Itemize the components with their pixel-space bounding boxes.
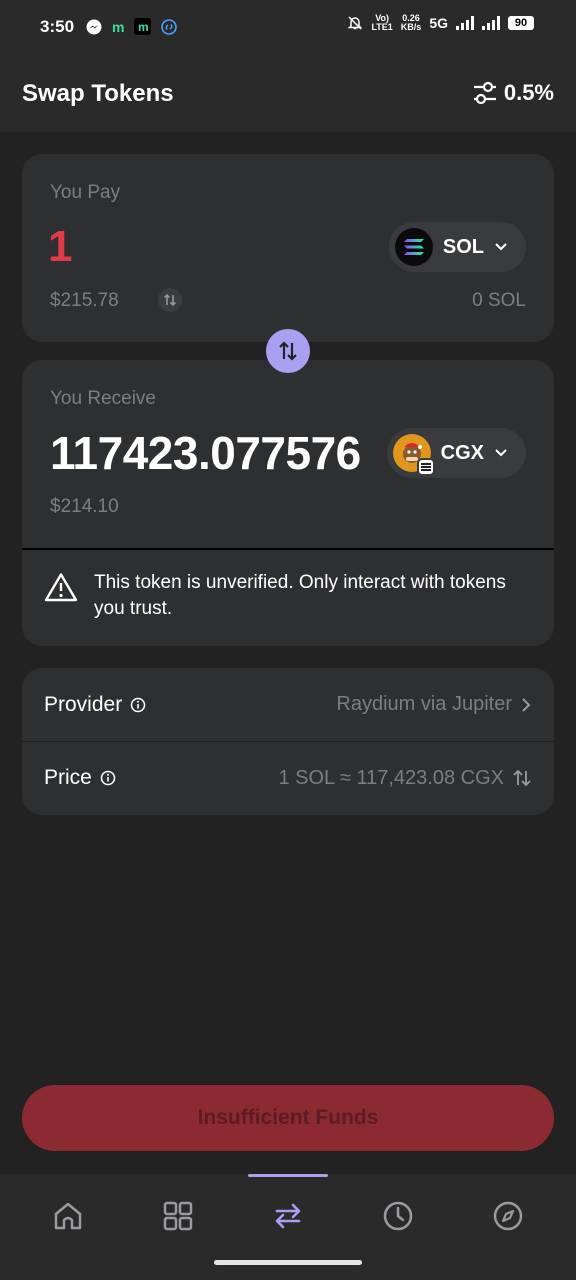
divider	[22, 548, 554, 550]
status-bar: 3:50 m m Vo) LTE1 0.26 KB/s 5G 90	[0, 0, 576, 56]
nav-home[interactable]	[48, 1196, 88, 1236]
price-value-group[interactable]: 1 SOL ≈ 117,423.08 CGX	[278, 767, 532, 790]
home-indicator-bar[interactable]	[214, 1260, 362, 1265]
price-row: Price 1 SOL ≈ 117,423.08 CGX	[22, 741, 554, 814]
nav-history[interactable]	[378, 1196, 418, 1236]
signal-icon-2	[482, 16, 500, 30]
insufficient-funds-button[interactable]: Insufficient Funds	[22, 1085, 554, 1151]
unverified-warning: This token is unverified. Only interact …	[44, 570, 534, 622]
chevron-down-icon	[495, 449, 507, 457]
provider-label-group: Provider	[44, 693, 146, 717]
route-info-card: Provider Raydium via Jupiter Price 1 SOL…	[22, 668, 554, 815]
shazam-icon	[161, 18, 178, 35]
m-box-icon: m	[134, 18, 152, 35]
price-label: Price	[44, 766, 92, 789]
mute-icon	[348, 16, 363, 30]
nav-swap[interactable]	[268, 1196, 308, 1236]
home-icon	[54, 1202, 82, 1230]
receive-usd-value: $214.10	[50, 496, 119, 517]
provider-label: Provider	[44, 692, 123, 716]
price-value: 1 SOL ≈ 117,423.08 CGX	[278, 766, 504, 789]
nav-explore[interactable]	[488, 1196, 528, 1236]
network-speed: 0.26 KB/s	[400, 13, 422, 32]
svg-text:m: m	[138, 20, 149, 34]
pay-amount-input[interactable]: 1	[48, 222, 72, 272]
swap-arrows-icon	[279, 341, 297, 361]
swap-direction-button[interactable]	[266, 329, 310, 373]
pay-token-symbol: SOL	[442, 235, 484, 258]
cta-label: Insufficient Funds	[197, 1106, 379, 1129]
provider-value: Raydium via Jupiter	[336, 693, 512, 715]
app-header: Swap Tokens 0.5%	[0, 56, 576, 132]
swap-icon	[275, 1203, 301, 1229]
slippage-settings-button[interactable]: 0.5%	[472, 80, 554, 106]
provider-value-group: Raydium via Jupiter	[336, 693, 532, 716]
cgx-token-logo-icon	[392, 434, 435, 476]
pay-token-selector[interactable]: SOL	[388, 222, 526, 272]
chevron-down-icon	[495, 243, 507, 251]
messenger-icon	[86, 19, 102, 34]
active-tab-indicator	[248, 1174, 328, 1177]
pay-card: You Pay 1 SOL $215.78 0 SOL	[22, 154, 554, 342]
receive-amount: 117423.077576	[50, 427, 361, 479]
network-type: Vo) LTE1	[371, 13, 393, 32]
warning-triangle-icon	[44, 573, 78, 602]
status-indicators: Vo) LTE1 0.26 KB/s 5G 90	[347, 14, 534, 32]
history-icon	[383, 1201, 413, 1231]
provider-row[interactable]: Provider Raydium via Jupiter	[22, 668, 554, 741]
info-icon[interactable]	[100, 770, 116, 786]
toggle-currency-button[interactable]	[158, 288, 182, 312]
sliders-icon	[473, 81, 496, 105]
solana-logo-icon	[394, 228, 433, 266]
grid-icon	[163, 1201, 193, 1231]
battery-icon: 90	[508, 16, 534, 30]
swap-vertical-icon	[163, 293, 177, 307]
receive-card: You Receive 117423.077576 CGX $214.10 Th…	[22, 360, 554, 646]
chevron-right-icon	[522, 697, 531, 712]
warning-text: This token is unverified. Only interact …	[94, 572, 506, 619]
pay-balance: 0 SOL	[472, 290, 526, 311]
nav-collectibles[interactable]	[158, 1196, 198, 1236]
swap-vertical-icon[interactable]	[512, 769, 532, 787]
m-app-icon: m	[112, 18, 125, 35]
status-time: 3:50	[40, 17, 75, 36]
pay-label: You Pay	[50, 182, 121, 203]
receive-token-selector[interactable]: CGX	[386, 428, 526, 478]
signal-icon	[456, 16, 474, 30]
chain-badge-icon	[416, 458, 435, 476]
explore-icon	[493, 1201, 523, 1231]
status-app-icons: m m	[86, 18, 178, 35]
page-title: Swap Tokens	[22, 80, 174, 107]
receive-label: You Receive	[50, 388, 156, 409]
slippage-value: 0.5%	[503, 80, 554, 105]
pay-usd-value: $215.78	[50, 290, 119, 311]
bottom-navigation	[0, 1174, 576, 1280]
receive-token-symbol: CGX	[440, 441, 484, 464]
price-label-group: Price	[44, 766, 116, 790]
network-signal-label: 5G	[429, 15, 448, 31]
info-icon[interactable]	[130, 697, 146, 713]
